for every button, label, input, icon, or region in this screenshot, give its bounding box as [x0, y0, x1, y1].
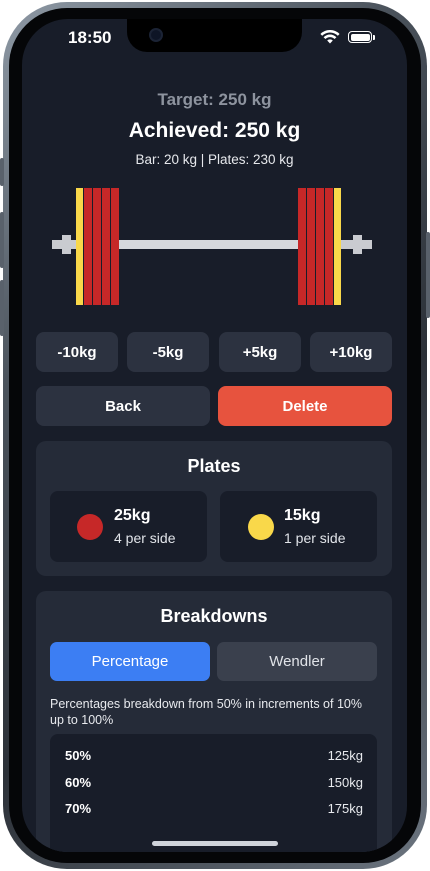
camera-icon — [149, 28, 163, 42]
sleeve-collar-right — [353, 235, 362, 254]
breakdowns-title: Breakdowns — [160, 606, 268, 626]
sleeve-left — [71, 240, 76, 249]
home-indicator[interactable] — [152, 841, 278, 846]
minus-10kg-button[interactable]: -10kg — [36, 332, 118, 372]
plate-item-15kg: 15kg 1 per side — [220, 491, 377, 562]
row-weight: 175kg — [327, 801, 363, 816]
battery-level — [350, 33, 370, 41]
plate-25kg-left-4 — [111, 188, 119, 305]
delete-button[interactable]: Delete — [218, 386, 392, 426]
table-row: 70% 175kg — [50, 801, 377, 821]
sleeve-collar-left — [62, 235, 71, 254]
plus-10kg-button[interactable]: +10kg — [310, 332, 392, 372]
wifi-icon — [320, 30, 340, 44]
table-row: 60% 150kg — [50, 775, 377, 795]
plate-15kg-color-icon — [248, 514, 274, 540]
row-percent: 50% — [65, 748, 92, 763]
plate-item-25kg: 25kg 4 per side — [50, 491, 207, 562]
plate-15kg-left — [76, 188, 83, 305]
plate-25kg-left-3 — [102, 188, 110, 305]
plate-25kg-right-1 — [298, 188, 306, 305]
plate-weight: 25kg — [114, 507, 151, 524]
bar-end-right — [362, 240, 372, 249]
bar-shaft — [119, 240, 298, 249]
plate-weight: 15kg — [284, 507, 321, 524]
bar-end-left — [52, 240, 62, 249]
breakdown-table: 50% 125kg 60% 150kg 70% 175kg — [50, 734, 377, 852]
row-percent: 60% — [65, 775, 92, 790]
plates-title: Plates — [187, 456, 241, 476]
row-weight: 125kg — [327, 748, 363, 763]
status-time: 18:50 — [68, 28, 112, 47]
plate-15kg-right — [334, 188, 341, 305]
battery-cap — [373, 35, 375, 40]
plate-25kg-right-4 — [325, 188, 333, 305]
row-weight: 150kg — [327, 775, 363, 790]
plate-25kg-color-icon — [77, 514, 103, 540]
silent-switch — [0, 158, 4, 186]
tab-wendler[interactable]: Wendler — [217, 642, 377, 681]
volume-up-button — [0, 212, 4, 268]
plus-5kg-button[interactable]: +5kg — [219, 332, 301, 372]
plates-card: Plates 25kg 4 per side 15kg 1 per side — [36, 441, 392, 576]
plate-25kg-left-2 — [93, 188, 101, 305]
plate-25kg-left-1 — [84, 188, 92, 305]
plate-25kg-right-2 — [307, 188, 315, 305]
app-screen: 18:50 Target: 250 kg Achieved: 250 kg Ba… — [22, 19, 407, 852]
tab-percentage[interactable]: Percentage — [50, 642, 210, 681]
barbell-illustration — [52, 188, 372, 305]
table-row: 50% 125kg — [50, 748, 377, 768]
status-bar: 18:50 — [22, 19, 407, 59]
plate-count: 4 per side — [114, 530, 176, 546]
bar-plates-breakdown: Bar: 20 kg | Plates: 230 kg — [135, 152, 294, 167]
power-button — [426, 232, 430, 318]
breakdown-description: Percentages breakdown from 50% in increm… — [50, 697, 362, 727]
battery-icon — [348, 31, 372, 43]
sleeve-right — [341, 240, 353, 249]
achieved-weight: Achieved: 250 kg — [128, 119, 301, 142]
volume-down-button — [0, 280, 4, 336]
row-percent: 70% — [65, 801, 92, 816]
back-button[interactable]: Back — [36, 386, 210, 426]
plate-count: 1 per side — [284, 530, 346, 546]
minus-5kg-button[interactable]: -5kg — [127, 332, 209, 372]
plate-25kg-right-3 — [316, 188, 324, 305]
target-weight: Target: 250 kg — [157, 90, 272, 109]
